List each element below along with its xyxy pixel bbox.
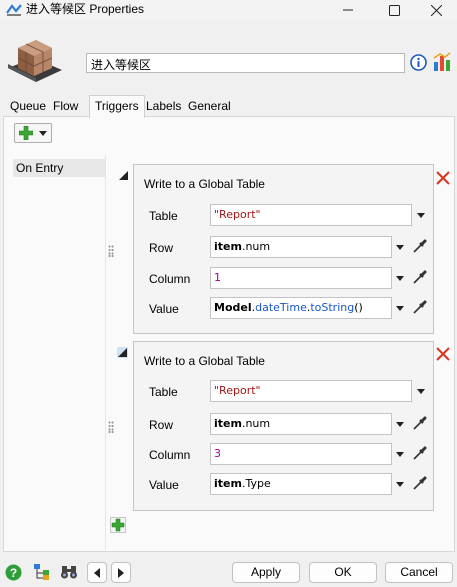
tab-triggers[interactable]: Triggers xyxy=(89,95,145,118)
column-field[interactable]: 3 xyxy=(210,443,392,465)
tab-bar: Queue Flow Triggers Labels General xyxy=(0,95,457,118)
code-token: dateTime xyxy=(255,301,307,314)
chevron-right-icon xyxy=(118,568,124,578)
chevron-down-icon[interactable] xyxy=(396,245,404,250)
tree-view-icon[interactable] xyxy=(33,563,50,581)
chevron-down-icon[interactable] xyxy=(396,306,404,311)
maximize-button[interactable] xyxy=(371,0,417,20)
command-panel: Write to a Global Table Table "Report" R… xyxy=(133,341,434,511)
chevron-down-icon[interactable] xyxy=(417,389,425,394)
minimize-button[interactable] xyxy=(325,0,371,20)
object-name-field[interactable]: 进入等候区 xyxy=(86,53,405,73)
table-field[interactable]: "Report" xyxy=(210,204,412,226)
collapse-arrow-icon[interactable] xyxy=(117,347,128,358)
eyedropper-icon[interactable] xyxy=(413,270,427,284)
eyedropper-icon[interactable] xyxy=(413,239,427,253)
maximize-icon xyxy=(388,4,400,16)
chevron-down-icon[interactable] xyxy=(396,452,404,457)
ok-button[interactable]: OK xyxy=(309,562,377,583)
code-token: toString xyxy=(310,301,355,314)
add-trigger-button[interactable] xyxy=(14,123,52,143)
previous-button[interactable] xyxy=(87,562,107,583)
drag-handle-icon[interactable] xyxy=(108,245,114,257)
cancel-button[interactable]: Cancel xyxy=(385,562,453,583)
eyedropper-icon[interactable] xyxy=(413,416,427,430)
field-label-row: Row xyxy=(149,418,174,432)
statistics-icon[interactable] xyxy=(433,52,451,72)
title-bar: 进入等候区 Properties xyxy=(0,0,457,20)
field-label-row: Row xyxy=(149,241,174,255)
tab-labels[interactable]: Labels xyxy=(144,98,183,117)
field-label-table: Table xyxy=(149,385,178,399)
chevron-left-icon xyxy=(94,568,100,578)
field-label-table: Table xyxy=(149,209,178,223)
info-icon[interactable] xyxy=(410,54,427,71)
command-title: Write to a Global Table xyxy=(144,177,265,191)
command-panel: Write to a Global Table Table "Report" R… xyxy=(133,164,434,334)
minimize-icon xyxy=(343,9,353,11)
close-window-button[interactable] xyxy=(413,0,457,20)
tab-queue[interactable]: Queue xyxy=(8,98,48,117)
remove-command-icon[interactable] xyxy=(436,347,450,361)
help-glyph: ? xyxy=(10,566,17,580)
box-stack-icon xyxy=(8,40,62,82)
field-label-value: Value xyxy=(149,478,179,492)
plus-icon xyxy=(19,126,33,140)
chevron-down-icon[interactable] xyxy=(417,213,425,218)
code-token: Model xyxy=(214,301,252,314)
tab-flow[interactable]: Flow xyxy=(51,98,80,117)
code-token: item xyxy=(214,240,242,253)
chevron-down-icon[interactable] xyxy=(396,482,404,487)
field-label-column: Column xyxy=(149,272,191,286)
add-command-plus-icon[interactable] xyxy=(110,517,126,533)
field-label-column: Column xyxy=(149,448,191,462)
remove-command-icon[interactable] xyxy=(436,171,450,185)
drag-handle-icon[interactable] xyxy=(108,421,114,433)
eyedropper-icon[interactable] xyxy=(413,446,427,460)
code-token: item xyxy=(214,477,242,490)
trigger-list xyxy=(13,155,106,550)
eyedropper-icon[interactable] xyxy=(413,476,427,490)
chevron-down-icon[interactable] xyxy=(396,276,404,281)
table-field[interactable]: "Report" xyxy=(210,380,412,402)
row-field[interactable]: item.num xyxy=(210,413,392,435)
command-title: Write to a Global Table xyxy=(144,354,265,368)
eyedropper-icon[interactable] xyxy=(413,300,427,314)
chevron-down-icon xyxy=(39,131,47,136)
window-title: 进入等候区 Properties xyxy=(26,2,145,16)
column-field[interactable]: 1 xyxy=(210,267,392,289)
help-icon[interactable]: ? xyxy=(5,564,22,581)
next-button[interactable] xyxy=(111,562,131,583)
flexsim-app-icon xyxy=(6,4,22,16)
trigger-item-on-entry[interactable]: On Entry xyxy=(13,159,105,177)
field-label-value: Value xyxy=(149,302,179,316)
apply-button[interactable]: Apply xyxy=(232,562,300,583)
value-field[interactable]: Model.dateTime.toString() xyxy=(210,297,392,319)
row-field[interactable]: item.num xyxy=(210,236,392,258)
collapse-arrow-icon[interactable] xyxy=(119,171,128,180)
close-icon xyxy=(430,4,442,16)
chevron-down-icon[interactable] xyxy=(396,422,404,427)
value-field[interactable]: item.Type xyxy=(210,473,392,495)
code-token: item xyxy=(214,417,242,430)
binoculars-icon[interactable] xyxy=(60,564,78,580)
tab-general[interactable]: General xyxy=(186,98,233,117)
